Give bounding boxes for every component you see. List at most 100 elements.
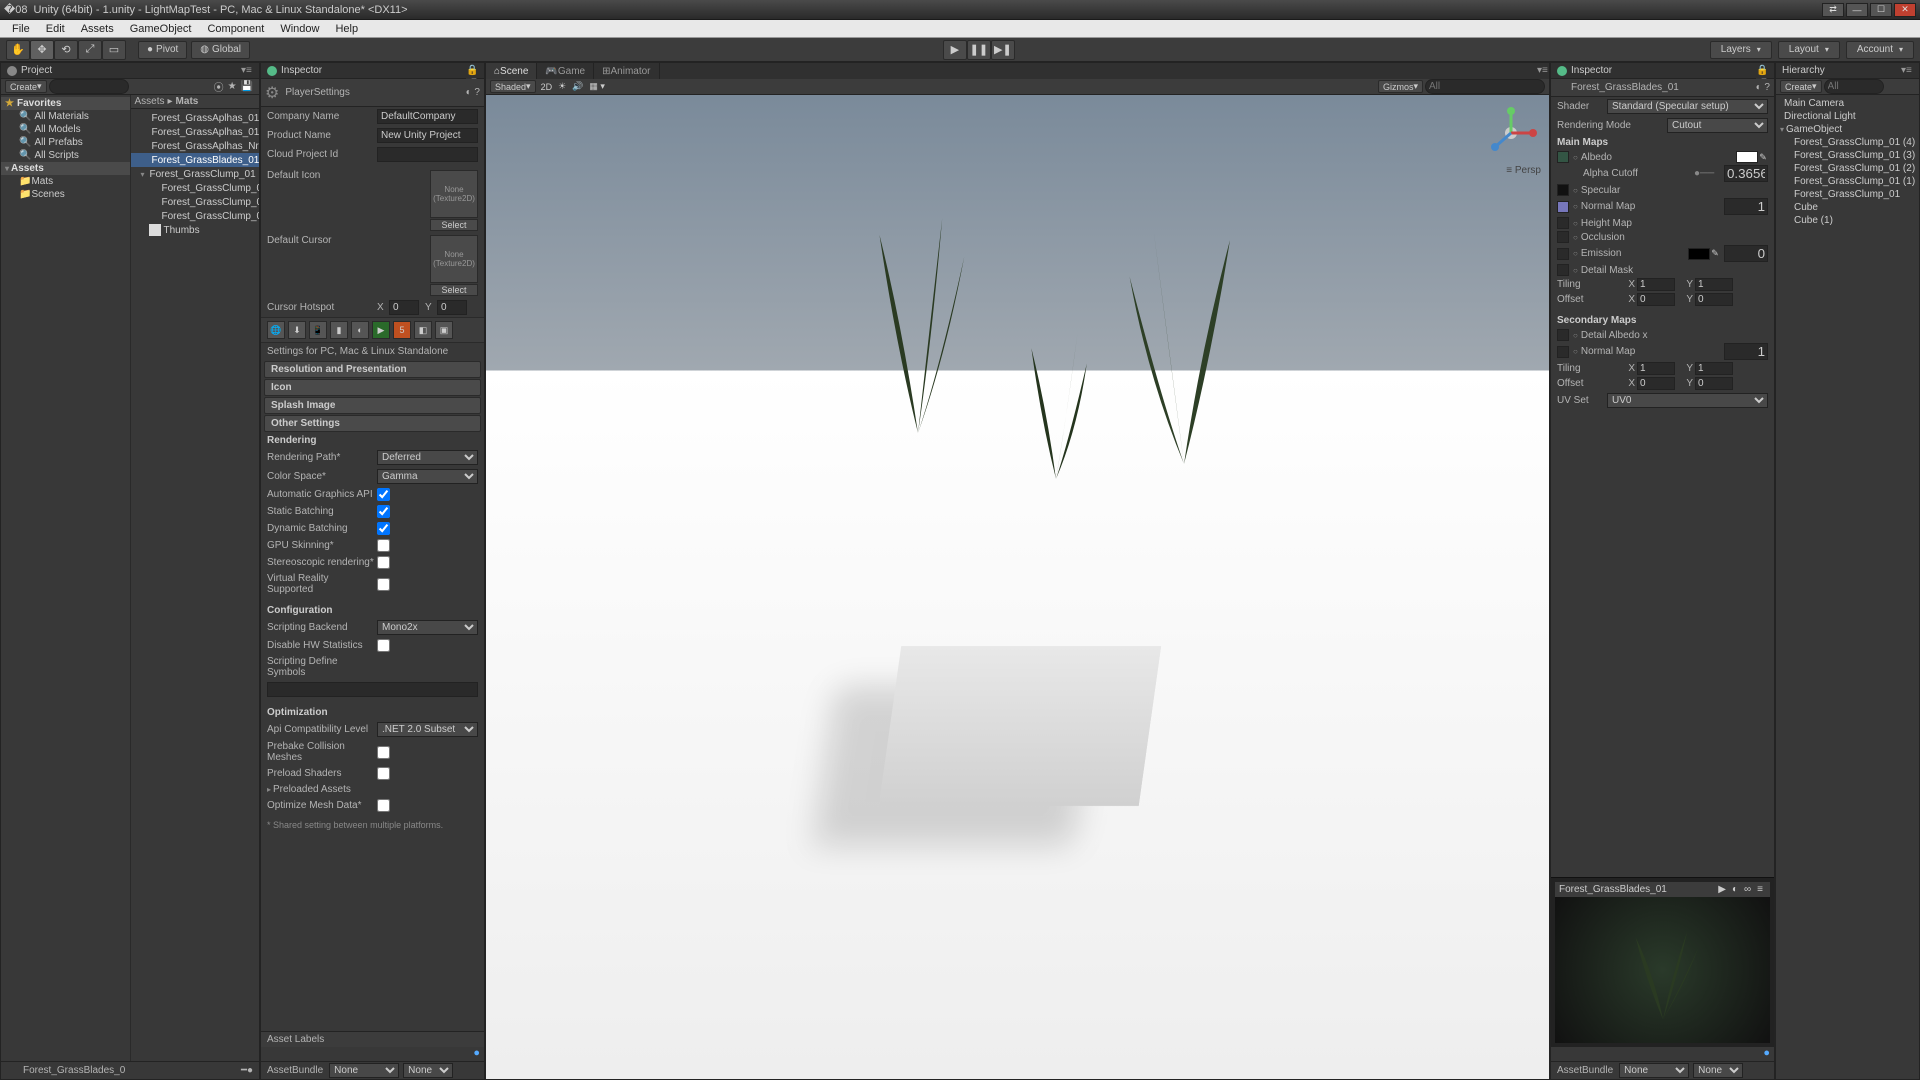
rendermode-select[interactable]: Cutout bbox=[1667, 118, 1768, 133]
platform-web[interactable]: 🌐 bbox=[267, 321, 285, 339]
panel-menu-icon[interactable]: ▾≡ bbox=[1901, 65, 1913, 77]
project-file-list[interactable]: Assets ▸ Mats Forest_GrassAplhas_01_Dif … bbox=[131, 95, 260, 1061]
hotspot-y-input[interactable] bbox=[437, 300, 467, 315]
albedo-color[interactable] bbox=[1736, 151, 1758, 163]
offset-x-input[interactable] bbox=[1637, 293, 1675, 306]
minimize-button[interactable]: — bbox=[1846, 3, 1868, 17]
emission-value-input[interactable] bbox=[1724, 245, 1768, 262]
favorite-item[interactable]: 🔍All Materials bbox=[1, 110, 130, 123]
prebake-checkbox[interactable] bbox=[377, 746, 390, 759]
asset-item[interactable]: Forest_GrassClump_01 bbox=[131, 195, 260, 209]
alpha-cutoff-input[interactable] bbox=[1724, 165, 1768, 182]
menu-window[interactable]: Window bbox=[272, 23, 327, 35]
asset-item[interactable]: Forest_GrassClump_01Avatar bbox=[131, 209, 260, 223]
panel-menu-icon[interactable]: ▾≡ bbox=[241, 65, 253, 77]
emission-color[interactable] bbox=[1688, 248, 1710, 260]
hierarchy-item[interactable]: Cube (1) bbox=[1776, 214, 1919, 227]
scene-viewport[interactable]: ≡ Persp bbox=[486, 95, 1549, 1079]
stereo-checkbox[interactable] bbox=[377, 556, 390, 569]
rect-tool[interactable]: ▭ bbox=[102, 40, 126, 60]
asset-item[interactable]: Forest_GrassAplhas_Nrm bbox=[131, 139, 260, 153]
platform-html5[interactable]: 5 bbox=[393, 321, 411, 339]
hierarchy-tree[interactable]: Main Camera Directional Light GameObject… bbox=[1776, 95, 1919, 1079]
audio-toggle[interactable]: 🔊 bbox=[569, 80, 586, 93]
hierarchy-tab[interactable]: Hierarchy▾≡ bbox=[1776, 63, 1919, 79]
splash-section[interactable]: Splash Image bbox=[264, 397, 481, 414]
platform-ios[interactable]: ▮ bbox=[330, 321, 348, 339]
swap-button[interactable]: ⇄ bbox=[1822, 3, 1844, 17]
save-search-icon[interactable]: 💾 bbox=[241, 81, 253, 92]
menu-help[interactable]: Help bbox=[327, 23, 366, 35]
platform-tv[interactable]: ◐ bbox=[351, 321, 369, 339]
orientation-gizmo[interactable] bbox=[1481, 103, 1541, 163]
pause-button[interactable]: ❚❚ bbox=[967, 40, 991, 60]
dyn-batch-checkbox[interactable] bbox=[377, 522, 390, 535]
vr-checkbox[interactable] bbox=[377, 578, 390, 591]
hotspot-x-input[interactable] bbox=[389, 300, 419, 315]
hierarchy-item[interactable]: Forest_GrassClump_01 (3) bbox=[1776, 149, 1919, 162]
sec-tiling-y-input[interactable] bbox=[1695, 362, 1733, 375]
platform-other2[interactable]: ▣ bbox=[435, 321, 453, 339]
api-compat-select[interactable]: .NET 2.0 Subset bbox=[377, 722, 478, 737]
lock-icon[interactable]: 🔒 ▾≡ bbox=[1756, 65, 1768, 77]
material-preview[interactable] bbox=[1555, 897, 1770, 1043]
specular-slot[interactable] bbox=[1557, 184, 1569, 196]
optimize-mesh-checkbox[interactable] bbox=[377, 799, 390, 812]
folder-item[interactable]: 📁 Mats bbox=[1, 175, 130, 188]
sec-normal-input[interactable] bbox=[1724, 343, 1768, 360]
scene-search-input[interactable] bbox=[1425, 79, 1545, 94]
hierarchy-item[interactable]: Forest_GrassClump_01 bbox=[1776, 188, 1919, 201]
pivot-toggle[interactable]: ●Pivot bbox=[138, 41, 187, 59]
eyedropper-icon[interactable]: ✎ bbox=[1710, 248, 1720, 260]
hierarchy-item[interactable]: Directional Light bbox=[1776, 110, 1919, 123]
filter-icon[interactable]: ⦿ bbox=[214, 79, 224, 94]
platform-other1[interactable]: ◧ bbox=[414, 321, 432, 339]
hierarchy-item[interactable]: Forest_GrassClump_01 (1) bbox=[1776, 175, 1919, 188]
normal-slot[interactable] bbox=[1557, 201, 1569, 213]
inspector-tab[interactable]: Inspector🔒 ▾≡ bbox=[261, 63, 484, 79]
breadcrumb-folder[interactable]: Mats bbox=[176, 96, 199, 107]
disable-hw-checkbox[interactable] bbox=[377, 639, 390, 652]
define-symbols-input[interactable] bbox=[267, 682, 478, 697]
global-toggle[interactable]: ◍Global bbox=[191, 41, 250, 59]
albedo-slot[interactable] bbox=[1557, 151, 1569, 163]
asset-item[interactable]: Forest_GrassAplhas_01_Spc bbox=[131, 125, 260, 139]
hierarchy-create-dropdown[interactable]: Create ▾ bbox=[1780, 80, 1822, 93]
projection-label[interactable]: ≡ Persp bbox=[1506, 165, 1541, 176]
platform-download[interactable]: ⬇ bbox=[288, 321, 306, 339]
alpha-slider[interactable]: ●── bbox=[1694, 168, 1724, 179]
fx-toggle[interactable]: ▦ ▾ bbox=[586, 80, 608, 93]
company-name-input[interactable] bbox=[377, 109, 478, 124]
other-section[interactable]: Other Settings bbox=[264, 415, 481, 432]
folder-item[interactable]: 📁 Scenes bbox=[1, 188, 130, 201]
resolution-section[interactable]: Resolution and Presentation bbox=[264, 361, 481, 378]
occlusion-slot[interactable] bbox=[1557, 231, 1569, 243]
hierarchy-item[interactable]: GameObject bbox=[1776, 123, 1919, 136]
preview-menu-icon[interactable]: ≡ bbox=[1757, 884, 1763, 895]
assetbundle-select[interactable]: None bbox=[1619, 1063, 1689, 1078]
hierarchy-item[interactable]: Forest_GrassClump_01 (4) bbox=[1776, 136, 1919, 149]
sec-offset-x-input[interactable] bbox=[1637, 377, 1675, 390]
scripting-backend-select[interactable]: Mono2x bbox=[377, 620, 478, 635]
inspector-tab[interactable]: Inspector🔒 ▾≡ bbox=[1551, 63, 1774, 79]
account-dropdown[interactable]: Account bbox=[1846, 41, 1914, 59]
menu-edit[interactable]: Edit bbox=[38, 23, 73, 35]
game-tab[interactable]: 🎮 Game bbox=[537, 63, 594, 79]
preview-light-icon[interactable]: ◐ bbox=[1732, 884, 1738, 895]
light-toggle[interactable]: ☀ bbox=[555, 80, 569, 93]
platform-standalone[interactable]: ▶ bbox=[372, 321, 390, 339]
assetbundle-select[interactable]: None bbox=[329, 1063, 399, 1078]
hierarchy-item[interactable]: Main Camera bbox=[1776, 97, 1919, 110]
sec-normal-slot[interactable] bbox=[1557, 346, 1569, 358]
menu-component[interactable]: Component bbox=[199, 23, 272, 35]
asset-item-selected[interactable]: Forest_GrassBlades_01 bbox=[131, 153, 260, 167]
sec-tiling-x-input[interactable] bbox=[1637, 362, 1675, 375]
tag-icon[interactable]: ● bbox=[1763, 1047, 1770, 1059]
detailmask-slot[interactable] bbox=[1557, 264, 1569, 276]
help-icon[interactable]: ◐ ? bbox=[1756, 82, 1770, 93]
scale-tool[interactable]: ⤢ bbox=[78, 40, 102, 60]
favorite-item[interactable]: 🔍All Scripts bbox=[1, 149, 130, 162]
tiling-y-input[interactable] bbox=[1695, 278, 1733, 291]
favorite-item[interactable]: 🔍All Models bbox=[1, 123, 130, 136]
detail-albedo-slot[interactable] bbox=[1557, 329, 1569, 341]
